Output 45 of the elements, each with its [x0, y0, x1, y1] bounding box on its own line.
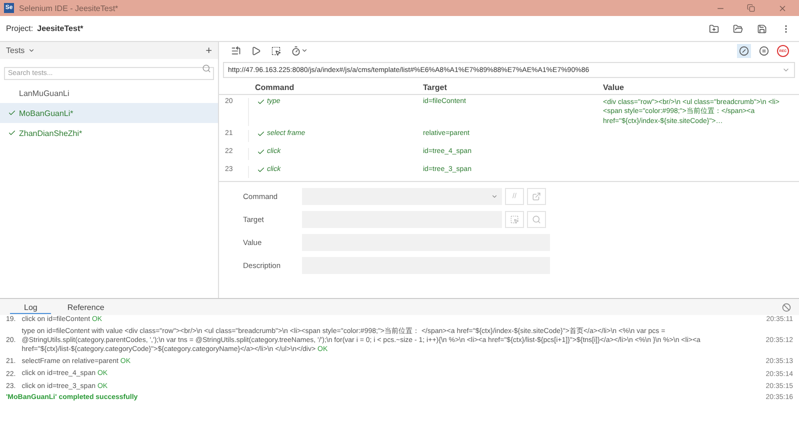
check-icon	[257, 98, 265, 106]
window-title: Selenium IDE - JeesiteTest*	[19, 4, 118, 12]
test-item[interactable]: ZhanDianSheZhi*	[0, 123, 218, 143]
find-button[interactable]	[527, 211, 546, 228]
search-icon	[202, 64, 211, 73]
save-icon	[757, 24, 767, 34]
pointer-icon	[510, 215, 519, 224]
external-link-icon	[532, 192, 541, 201]
check-icon	[8, 129, 16, 137]
command-field[interactable]	[302, 188, 502, 205]
tests-dropdown[interactable]: Tests	[6, 46, 25, 55]
caret-icon	[491, 193, 498, 200]
play-icon	[251, 46, 261, 56]
slash-circle-icon	[739, 46, 749, 56]
select-target-button[interactable]	[505, 211, 524, 228]
check-icon	[257, 166, 265, 174]
restore-icon	[747, 4, 755, 12]
test-item[interactable]: MoBanGuanLi*	[0, 103, 218, 123]
check-icon	[257, 148, 265, 156]
open-window-button[interactable]	[527, 188, 546, 205]
folder-icon	[733, 24, 743, 34]
run-all-button[interactable]	[229, 44, 243, 58]
column-header: Target	[422, 82, 448, 92]
column-header: Command	[254, 82, 296, 92]
list-play-icon	[231, 46, 241, 56]
close-icon	[778, 4, 786, 12]
column-header: Value	[602, 82, 625, 92]
pause-icon	[759, 46, 769, 56]
check-icon	[257, 130, 265, 138]
project-name: JeesiteTest*	[37, 24, 84, 33]
caret-icon	[782, 66, 790, 74]
add-test-button[interactable]: +	[206, 44, 212, 56]
folder-plus-icon	[709, 24, 719, 34]
caret-icon	[28, 47, 35, 54]
caret-icon	[301, 47, 308, 54]
check-icon	[8, 109, 16, 117]
timer-icon	[291, 46, 301, 56]
test-item[interactable]: LanMuGuanLi	[0, 83, 218, 103]
clear-log-icon[interactable]	[782, 302, 791, 312]
project-label: Project:	[6, 24, 34, 33]
search-icon	[532, 215, 541, 224]
pause-button[interactable]	[757, 44, 771, 58]
log-tab[interactable]: Log	[10, 300, 52, 314]
step-icon	[271, 46, 281, 56]
log-tab[interactable]: Reference	[53, 300, 118, 314]
